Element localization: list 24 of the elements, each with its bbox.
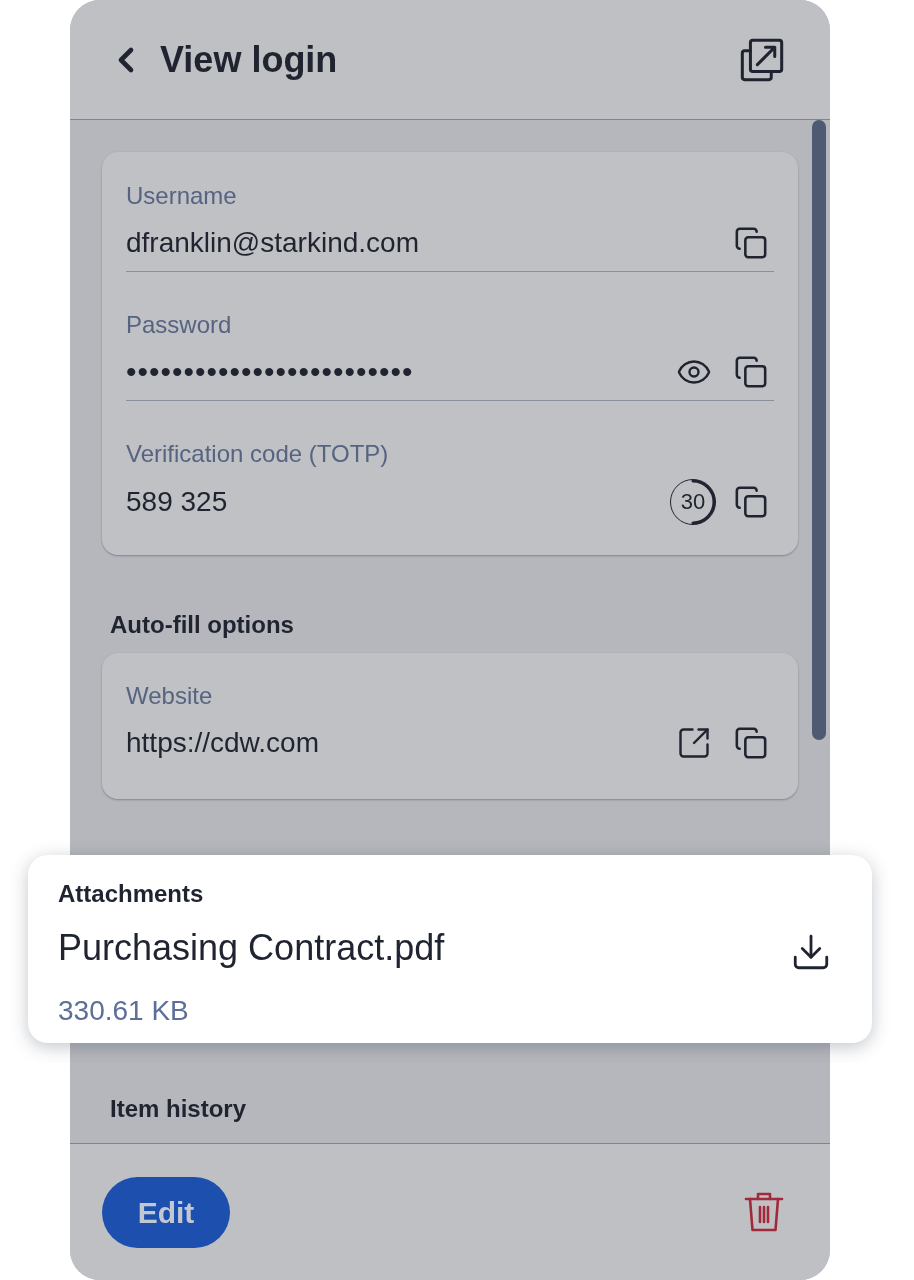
open-link-icon[interactable]: [676, 725, 712, 761]
attachments-heading: Attachments: [58, 879, 205, 909]
field-value: https://cdw.com: [126, 726, 319, 760]
scrollbar-thumb[interactable]: [812, 120, 826, 740]
field-label: Verification code (TOTP): [126, 439, 390, 469]
countdown-seconds: 30: [680, 491, 706, 513]
copy-icon[interactable]: [734, 485, 768, 519]
copy-icon[interactable]: [734, 726, 768, 760]
copy-icon[interactable]: [734, 355, 768, 389]
field-label: Username: [126, 181, 238, 211]
field-label: Website: [126, 681, 214, 711]
trash-icon[interactable]: [744, 1191, 784, 1233]
attachment-file-name[interactable]: Purchasing Contract.pdf: [58, 926, 445, 970]
section-heading: Auto-fill options: [109, 610, 295, 640]
field-value: 589 325: [126, 485, 228, 519]
field-value: dfranklin@starkind.com: [126, 226, 419, 260]
field-label: Password: [126, 310, 233, 340]
copy-icon[interactable]: [734, 226, 768, 260]
attachment-file-size: 330.61 KB: [58, 994, 190, 1028]
edit-button[interactable]: Edit: [102, 1176, 230, 1248]
field-value: •••••••••••••••••••••••••: [126, 356, 414, 388]
pop-out-window-icon[interactable]: [740, 37, 784, 82]
page-title: View login: [160, 37, 338, 82]
section-heading: Item history: [109, 1094, 248, 1124]
